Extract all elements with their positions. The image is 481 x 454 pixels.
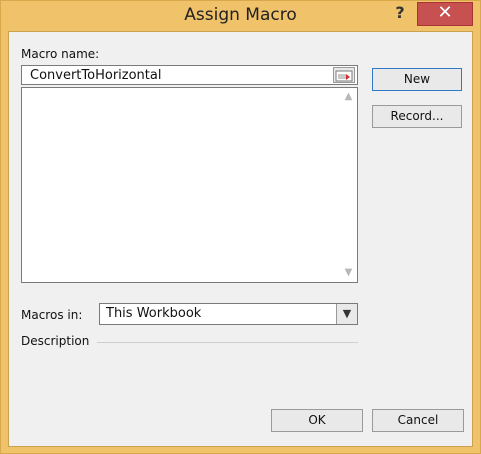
macro-name-input[interactable]: ConvertToHorizontal	[21, 65, 358, 85]
scroll-down-icon[interactable]: ▼	[342, 266, 355, 279]
collapse-dialog-icon[interactable]	[333, 67, 355, 83]
assign-macro-window: Assign Macro ? ✕ Macro name: ConvertToHo…	[0, 0, 481, 454]
macros-in-label: Macros in:	[21, 308, 83, 322]
collapse-dialog-svg	[335, 70, 353, 82]
description-divider	[97, 342, 358, 343]
description-label: Description	[21, 334, 90, 348]
record-button[interactable]: Record...	[372, 105, 462, 128]
scroll-up-icon[interactable]: ▲	[342, 90, 355, 103]
dropdown-chevron-icon[interactable]: ▼	[336, 304, 357, 324]
ok-button[interactable]: OK	[271, 409, 363, 432]
macro-list[interactable]: ▲ ▼	[21, 87, 358, 283]
new-button[interactable]: New	[372, 68, 462, 91]
cancel-button[interactable]: Cancel	[372, 409, 464, 432]
help-button[interactable]: ?	[387, 2, 413, 26]
dialog-client-area: Macro name: ConvertToHorizontal ▲ ▼ Macr…	[8, 31, 473, 447]
macros-in-value: This Workbook	[106, 306, 202, 321]
title-bar: Assign Macro ? ✕	[1, 1, 480, 31]
macro-name-label: Macro name:	[21, 47, 100, 61]
list-vertical-scrollbar[interactable]: ▲ ▼	[340, 88, 357, 282]
close-button[interactable]: ✕	[417, 2, 473, 26]
macros-in-select[interactable]: This Workbook ▼	[99, 303, 358, 325]
